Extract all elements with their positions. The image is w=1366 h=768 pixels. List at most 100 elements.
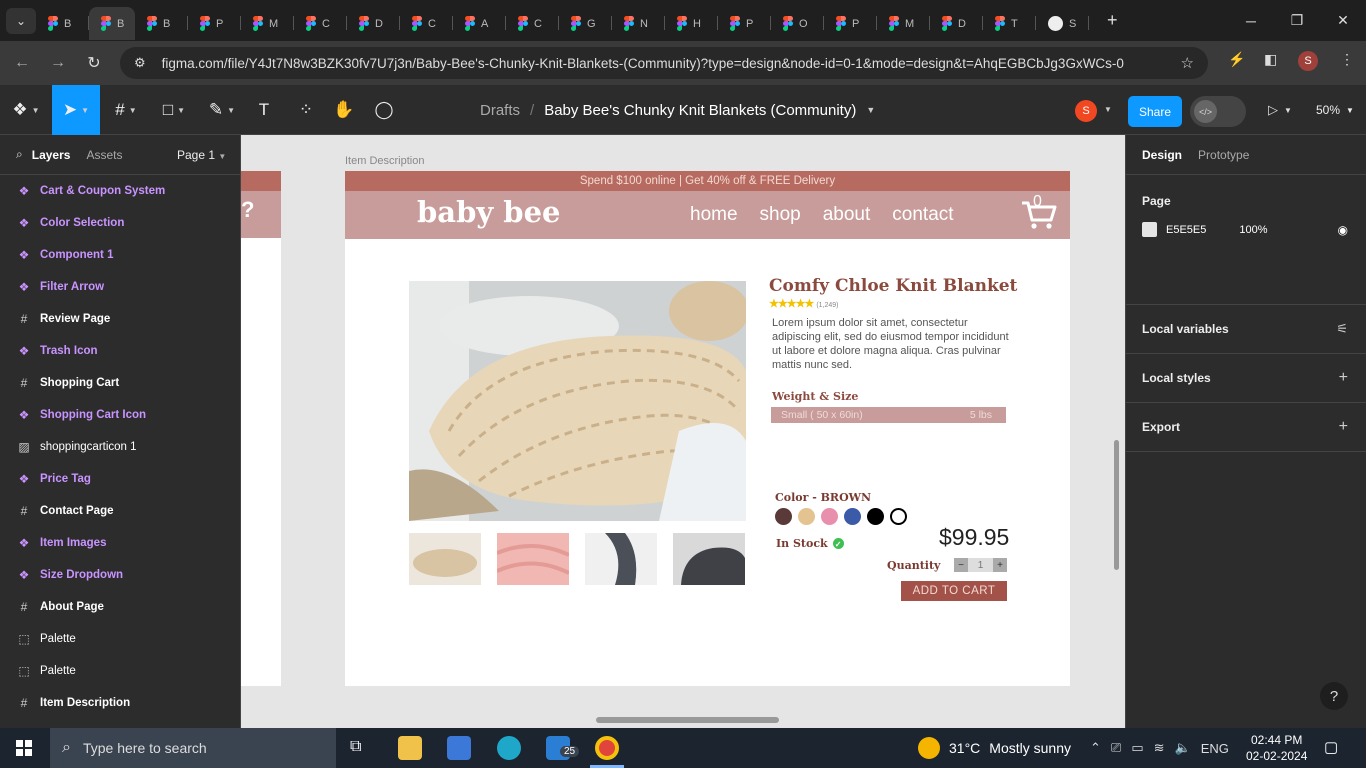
task-view-icon[interactable]: ⧉ xyxy=(350,738,361,756)
layer-item[interactable]: ❖ Component 1 xyxy=(0,239,240,271)
search-icon[interactable]: ⌕ xyxy=(16,147,23,162)
restore-button[interactable]: ❐ xyxy=(1274,0,1320,41)
extensions-icon[interactable]: ⚡ xyxy=(1228,51,1245,68)
tab-assets[interactable]: Assets xyxy=(86,148,122,162)
back-button[interactable]: ← xyxy=(4,54,40,72)
edge-icon[interactable] xyxy=(497,736,521,760)
color-swatch[interactable] xyxy=(844,508,861,525)
page-color-hex[interactable]: E5E5E5 xyxy=(1166,224,1206,236)
layer-item[interactable]: ❖ Item Images xyxy=(0,527,240,559)
layer-item[interactable]: # Shopping Cart xyxy=(0,367,240,399)
notifications-icon[interactable]: ▢ xyxy=(1324,738,1338,756)
browser-tab[interactable]: C xyxy=(506,7,559,40)
taskbar-search[interactable]: ⌕ Type here to search xyxy=(50,728,336,768)
volume-icon[interactable]: 🔈 xyxy=(1175,740,1191,756)
nav-link-home[interactable]: home xyxy=(690,204,738,226)
frame-label[interactable]: Item Description xyxy=(345,155,424,167)
layer-item[interactable]: # Contact Page xyxy=(0,495,240,527)
language-indicator[interactable]: ENG xyxy=(1201,741,1229,756)
browser-tab[interactable]: D xyxy=(930,7,983,40)
page-opacity[interactable]: 100% xyxy=(1239,224,1267,236)
browser-tab[interactable]: A xyxy=(453,7,506,40)
store-icon[interactable] xyxy=(447,736,471,760)
reload-button[interactable]: ↻ xyxy=(76,53,112,73)
url-text[interactable]: figma.com/file/Y4Jt7N8w3BZK30fv7U7j3n/Ba… xyxy=(162,56,1124,71)
export-section[interactable]: Export + xyxy=(1126,403,1366,452)
profile-avatar[interactable]: S xyxy=(1298,51,1318,71)
minimize-button[interactable]: ─ xyxy=(1228,0,1274,41)
site-info-icon[interactable]: ⚙ xyxy=(134,55,146,71)
color-swatch[interactable] xyxy=(890,508,907,525)
wifi-icon[interactable]: ≋ xyxy=(1154,740,1165,756)
file-name[interactable]: Baby Bee's Chunky Knit Blankets (Communi… xyxy=(544,102,856,119)
item-description-frame[interactable]: Spend $100 online | Get 40% off & FREE D… xyxy=(345,171,1070,686)
forward-button[interactable]: → xyxy=(40,54,76,72)
vertical-scrollbar[interactable] xyxy=(1114,440,1119,570)
layer-item[interactable]: ❖ Cart & Coupon System xyxy=(0,175,240,207)
browser-tab[interactable]: G xyxy=(559,7,612,40)
new-tab-button[interactable]: + xyxy=(1107,10,1118,31)
add-style-icon[interactable]: + xyxy=(1339,369,1348,387)
layer-item[interactable]: # About Page xyxy=(0,591,240,623)
tab-design[interactable]: Design xyxy=(1142,148,1182,162)
layer-item[interactable]: ▨ shoppingcarticon 1 xyxy=(0,431,240,463)
layer-item[interactable]: ❖ Shopping Cart Icon xyxy=(0,399,240,431)
main-menu-button[interactable]: ❖ ▼ xyxy=(0,85,52,135)
chevron-down-icon[interactable]: ▼ xyxy=(1104,105,1112,114)
color-swatch[interactable] xyxy=(821,508,838,525)
shape-tool[interactable]: □ ▼ xyxy=(152,85,196,135)
layer-item[interactable]: ⬚ Palette xyxy=(0,623,240,655)
meet-icon[interactable]: ⎚ xyxy=(1111,740,1121,756)
text-tool[interactable]: T xyxy=(250,85,278,135)
browser-tab[interactable]: C xyxy=(294,7,347,40)
local-styles-section[interactable]: Local styles + xyxy=(1126,354,1366,403)
layer-item[interactable]: ❖ Price Tag xyxy=(0,463,240,495)
color-swatch[interactable] xyxy=(798,508,815,525)
pen-tool[interactable]: ✎ ▼ xyxy=(200,85,244,135)
horizontal-scrollbar[interactable] xyxy=(596,717,779,723)
present-button[interactable]: ▷ ▼ xyxy=(1268,85,1292,135)
comment-tool[interactable]: ◯ xyxy=(370,85,398,135)
tab-layers[interactable]: Layers xyxy=(32,148,71,162)
drafts-link[interactable]: Drafts xyxy=(480,102,520,119)
bookmark-star-icon[interactable]: ☆ xyxy=(1181,54,1194,72)
layer-item[interactable]: ❖ Size Dropdown xyxy=(0,559,240,591)
layer-item[interactable]: # Review Page xyxy=(0,303,240,335)
browser-tab[interactable]: O xyxy=(771,7,824,40)
close-window-button[interactable]: ✕ xyxy=(1320,0,1366,41)
nav-link-contact[interactable]: contact xyxy=(892,204,953,226)
color-swatch[interactable] xyxy=(775,508,792,525)
zoom-menu[interactable]: 50% ▼ xyxy=(1316,85,1354,135)
side-panel-icon[interactable]: ◧ xyxy=(1264,51,1277,68)
browser-tab[interactable]: B xyxy=(135,7,188,40)
browser-tab[interactable]: N xyxy=(612,7,665,40)
move-tool[interactable]: ➤ ▼ xyxy=(52,85,100,135)
canvas[interactable]: ? Item Description Spend $100 online | G… xyxy=(241,135,1125,728)
browser-tab[interactable]: B✕ xyxy=(89,7,135,40)
layer-item[interactable]: ❖ Filter Arrow xyxy=(0,271,240,303)
local-variables-section[interactable]: Local variables ⚟ xyxy=(1126,305,1366,354)
size-dropdown[interactable]: Small ( 50 x 60in) 5 lbs xyxy=(771,407,1006,423)
clock[interactable]: 02:44 PM 02-02-2024 xyxy=(1246,732,1307,764)
decrement-button[interactable]: − xyxy=(954,558,968,572)
browser-tab[interactable]: D xyxy=(347,7,400,40)
battery-icon[interactable]: ▭ xyxy=(1131,740,1143,756)
page-color-swatch[interactable] xyxy=(1142,222,1157,237)
browser-tab[interactable]: T xyxy=(983,7,1036,40)
layer-item[interactable]: ❖ Color Selection xyxy=(0,207,240,239)
browser-tab[interactable]: B xyxy=(36,7,89,40)
add-export-icon[interactable]: + xyxy=(1339,418,1348,436)
browser-tab[interactable]: P xyxy=(824,7,877,40)
increment-button[interactable]: + xyxy=(993,558,1007,572)
frame-tool[interactable]: # ▼ xyxy=(104,85,148,135)
browser-tab[interactable]: P xyxy=(188,7,241,40)
tab-prototype[interactable]: Prototype xyxy=(1198,148,1249,162)
visibility-eye-icon[interactable]: ◉ xyxy=(1338,223,1348,237)
start-button[interactable] xyxy=(0,728,48,768)
thumbnail-cream[interactable] xyxy=(409,533,481,585)
browser-tab[interactable]: H xyxy=(665,7,718,40)
chrome-icon[interactable] xyxy=(595,736,619,760)
variables-settings-icon[interactable]: ⚟ xyxy=(1336,321,1348,337)
user-avatar[interactable]: S xyxy=(1075,100,1097,122)
hand-tool[interactable]: ✋ xyxy=(330,85,358,135)
